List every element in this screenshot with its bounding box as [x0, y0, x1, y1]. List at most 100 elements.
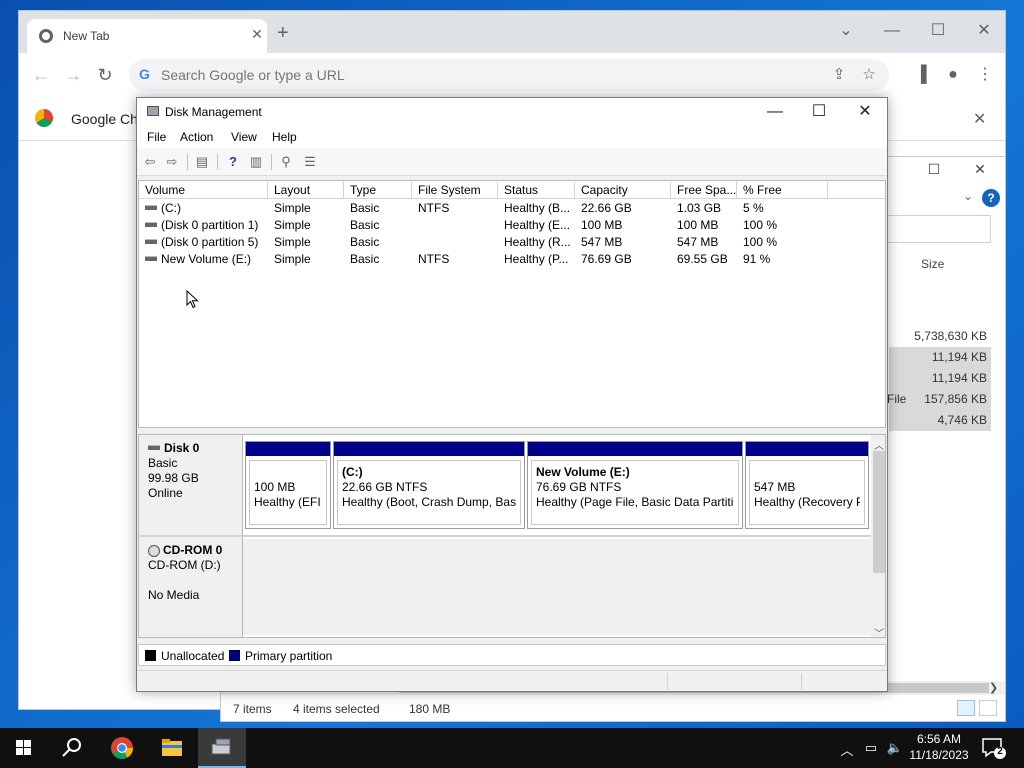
column-header-size[interactable]: Size — [921, 257, 944, 271]
column-header-volume[interactable]: Volume — [139, 181, 268, 199]
explorer-maximize-button[interactable]: ☐ — [914, 161, 954, 181]
omnibox[interactable]: G ⇪ ☆ — [129, 59, 889, 91]
tab-new-tab[interactable]: New Tab ✕ — [27, 19, 267, 53]
help-icon[interactable]: ? — [224, 154, 242, 170]
side-panel-icon[interactable]: ▐ — [909, 63, 933, 87]
cell-status: Healthy (B... — [504, 201, 571, 215]
taskbar-chrome[interactable] — [98, 728, 146, 768]
menu-file[interactable]: File — [147, 130, 166, 144]
cell-type: Basic — [350, 235, 380, 249]
browser-toolbar: ← → ↻ G ⇪ ☆ ▐ ● ⋮ — [19, 53, 1005, 97]
tab-close-icon[interactable]: ✕ — [247, 26, 267, 43]
scroll-down-icon[interactable]: ﹀ — [871, 625, 885, 637]
maximize-button[interactable]: ☐ — [915, 17, 961, 45]
minimize-button[interactable]: — — [869, 17, 915, 45]
column-header-capacity[interactable]: Capacity — [575, 181, 671, 199]
search-button[interactable] — [48, 728, 96, 768]
action-center-button[interactable]: 2 — [980, 736, 1006, 760]
back-icon[interactable]: ← — [29, 63, 53, 87]
scrollbar-thumb[interactable] — [873, 451, 885, 573]
explorer-close-button[interactable]: ✕ — [960, 161, 1000, 181]
status-selected-size: 180 MB — [409, 702, 451, 716]
partition-size: 76.69 GB NTFS — [536, 480, 622, 494]
chrome-logo-icon — [35, 109, 53, 127]
close-button[interactable]: ✕ — [961, 17, 1007, 45]
cell-free-space: 69.55 GB — [677, 252, 728, 266]
scroll-right-icon[interactable]: ❯ — [989, 681, 998, 694]
menu-help[interactable]: Help — [272, 130, 297, 144]
disk-name: Disk 0 — [164, 441, 200, 455]
taskbar-disk-management[interactable] — [198, 728, 246, 768]
forward-icon[interactable]: → — [61, 63, 85, 87]
disk-graphical-view: Disk 0 Basic 99.98 GB Online 100 MB Heal… — [138, 434, 886, 638]
cell-layout: Simple — [274, 235, 311, 249]
clock-time: 6:56 AM — [916, 732, 962, 746]
bookmark-star-icon[interactable]: ☆ — [859, 65, 879, 85]
taskbar-file-explorer[interactable] — [148, 728, 196, 768]
partition-status: Healthy (Page File, Basic Data Partition… — [536, 495, 734, 509]
partition-e[interactable]: New Volume (E:) 76.69 GB NTFS Healthy (P… — [527, 441, 743, 529]
list-view-icon[interactable]: ☰ — [301, 154, 319, 170]
column-header-type[interactable]: Type — [344, 181, 412, 199]
back-icon[interactable]: ⇦ — [141, 154, 159, 170]
profile-icon[interactable]: ● — [941, 63, 965, 87]
cdrom-area[interactable] — [243, 539, 871, 635]
properties-icon[interactable]: ▥ — [247, 154, 265, 170]
partition-color-bar — [528, 442, 742, 456]
dm-minimize-button[interactable]: — — [753, 100, 797, 124]
details-view-icon[interactable] — [957, 700, 975, 716]
column-header-layout[interactable]: Layout — [268, 181, 344, 199]
cdrom-0-info[interactable]: CD-ROM 0 CD-ROM (D:) No Media — [139, 537, 243, 637]
tab-search-icon[interactable]: ⌄ — [823, 17, 869, 45]
column-header-file-system[interactable]: File System — [412, 181, 498, 199]
connect-icon[interactable]: ⚲ — [277, 154, 295, 170]
ribbon-expand-icon[interactable]: ⌄ — [963, 189, 973, 203]
scroll-up-icon[interactable]: ︿ — [871, 437, 885, 452]
reload-icon[interactable]: ↻ — [93, 63, 117, 87]
cell-percent-free: 100 % — [743, 235, 778, 249]
taskbar: ︿ ▭ 🔈 6:56 AM 11/18/2023 2 — [0, 728, 1024, 768]
vertical-scrollbar[interactable]: ︿ ﹀ — [871, 435, 885, 637]
show-hidden-icons-icon[interactable]: ︿ — [838, 740, 856, 759]
partition-color-bar — [246, 442, 330, 456]
dm-close-button[interactable]: ✕ — [843, 100, 887, 124]
dm-title-bar: Disk Management — ☐ ✕ — [137, 98, 887, 126]
menu-action[interactable]: Action — [180, 130, 213, 144]
menu-view[interactable]: View — [231, 130, 257, 144]
new-tab-button[interactable]: + — [277, 23, 289, 43]
help-icon[interactable]: ? — [982, 189, 1000, 207]
partition-name — [754, 465, 860, 480]
show-hide-console-tree-icon[interactable]: ▤ — [193, 154, 211, 170]
explorer-search-box[interactable] — [885, 215, 991, 243]
cell-status: Healthy (P... — [504, 252, 569, 266]
thumbnail-view-icon[interactable] — [979, 700, 997, 716]
size-cell[interactable]: 11,194 KB — [889, 368, 991, 389]
omnibox-input[interactable] — [161, 65, 811, 85]
status-selected: 4 items selected — [293, 702, 380, 716]
partition-c[interactable]: (C:) 22.66 GB NTFS Healthy (Boot, Crash … — [333, 441, 525, 529]
share-icon[interactable]: ⇪ — [829, 65, 849, 85]
infobar-close-icon[interactable]: ✕ — [973, 109, 986, 129]
partition-body: 547 MB Healthy (Recovery Partition) — [749, 460, 865, 525]
size-cell[interactable]: 4,746 KB — [889, 410, 991, 431]
start-button[interactable] — [0, 728, 48, 768]
menu-kebab-icon[interactable]: ⋮ — [973, 63, 997, 87]
windows-logo-icon — [16, 740, 31, 755]
partition-name — [254, 465, 322, 480]
column-header-free-space[interactable]: Free Spa... — [671, 181, 737, 199]
size-cell[interactable]: 11,194 KB — [889, 347, 991, 368]
dm-maximize-button[interactable]: ☐ — [797, 100, 841, 124]
size-cell[interactable]: 5,738,630 KB — [889, 326, 991, 347]
network-icon[interactable]: ▭ — [862, 740, 880, 756]
partition-recovery[interactable]: 547 MB Healthy (Recovery Partition) — [745, 441, 869, 529]
volume-icon — [145, 222, 157, 228]
column-header-percent-free[interactable]: % Free — [737, 181, 828, 199]
column-header-status[interactable]: Status — [498, 181, 575, 199]
cdrom-drive: CD-ROM (D:) — [148, 558, 221, 572]
system-clock[interactable]: 6:56 AM 11/18/2023 — [900, 731, 978, 763]
cell-percent-free: 100 % — [743, 218, 778, 232]
partition-efi[interactable]: 100 MB Healthy (EFI System Partition) — [245, 441, 331, 529]
disk-0-info[interactable]: Disk 0 Basic 99.98 GB Online — [139, 435, 243, 535]
forward-icon[interactable]: ⇨ — [163, 154, 181, 170]
volume-icon — [145, 239, 157, 245]
